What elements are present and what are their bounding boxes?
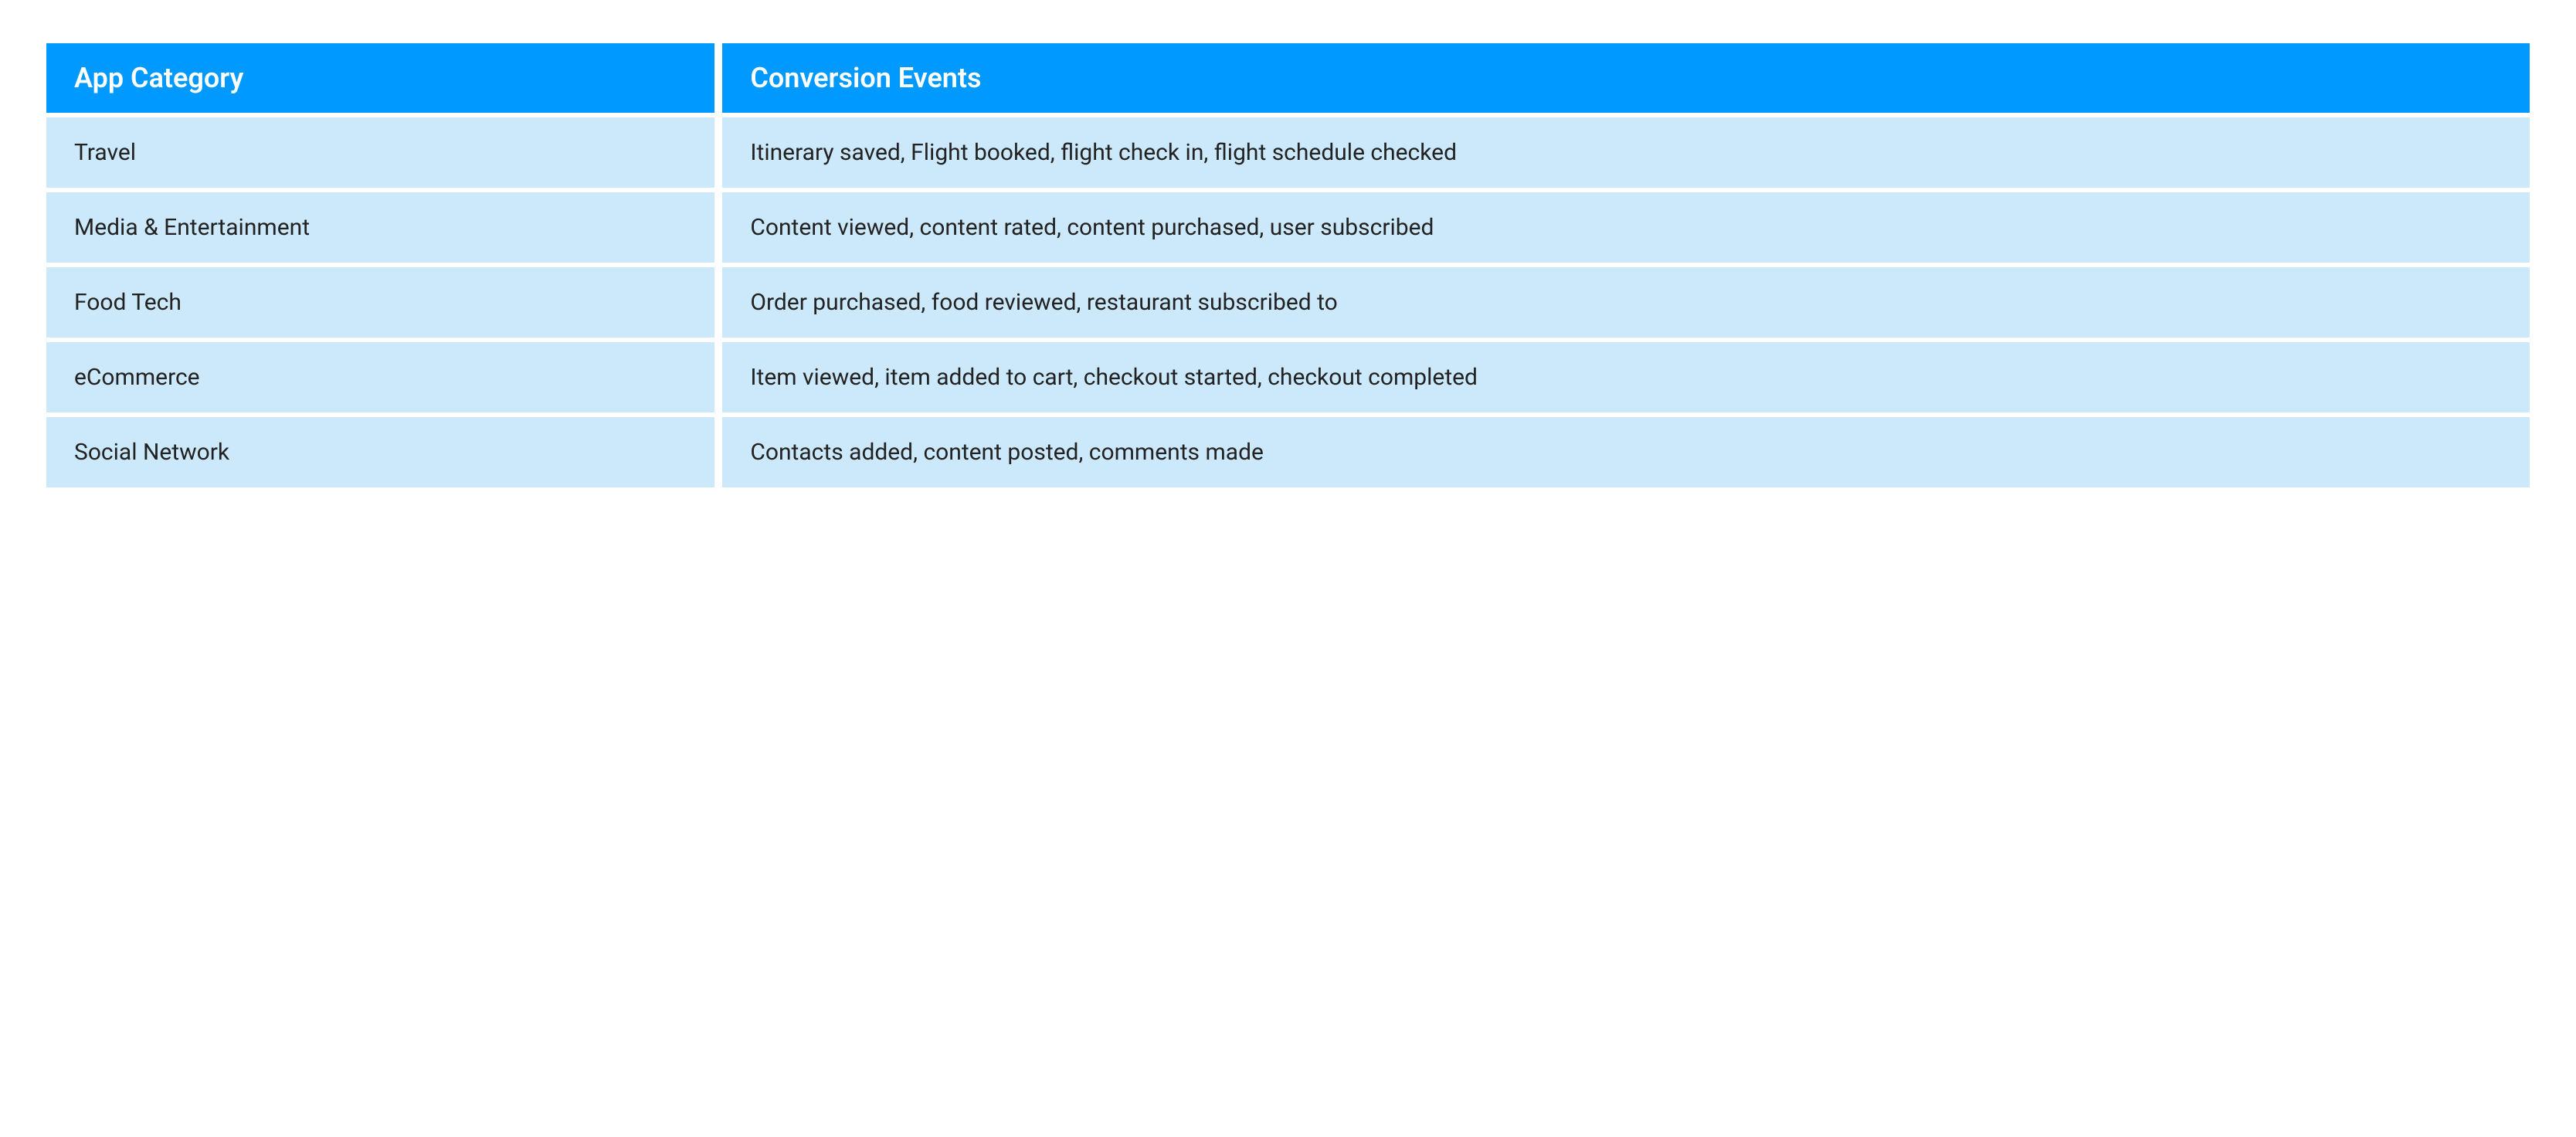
conversion-events-table-container: App Category Conversion Events Travel It… xyxy=(39,39,2537,492)
cell-category: eCommerce xyxy=(46,342,714,412)
table-row: Media & Entertainment Content viewed, co… xyxy=(46,192,2530,263)
table-header-row: App Category Conversion Events xyxy=(46,43,2530,113)
table-body: Travel Itinerary saved, Flight booked, f… xyxy=(46,117,2530,487)
header-app-category: App Category xyxy=(46,43,714,113)
table-row: Social Network Contacts added, content p… xyxy=(46,417,2530,487)
table-row: eCommerce Item viewed, item added to car… xyxy=(46,342,2530,412)
table-row: Travel Itinerary saved, Flight booked, f… xyxy=(46,117,2530,188)
header-conversion-events: Conversion Events xyxy=(722,43,2530,113)
cell-events: Order purchased, food reviewed, restaura… xyxy=(722,267,2530,338)
table-row: Food Tech Order purchased, food reviewed… xyxy=(46,267,2530,338)
cell-category: Media & Entertainment xyxy=(46,192,714,263)
cell-events: Itinerary saved, Flight booked, flight c… xyxy=(722,117,2530,188)
cell-events: Contacts added, content posted, comments… xyxy=(722,417,2530,487)
cell-category: Travel xyxy=(46,117,714,188)
conversion-events-table: App Category Conversion Events Travel It… xyxy=(39,39,2537,492)
cell-events: Content viewed, content rated, content p… xyxy=(722,192,2530,263)
cell-events: Item viewed, item added to cart, checkou… xyxy=(722,342,2530,412)
cell-category: Food Tech xyxy=(46,267,714,338)
cell-category: Social Network xyxy=(46,417,714,487)
